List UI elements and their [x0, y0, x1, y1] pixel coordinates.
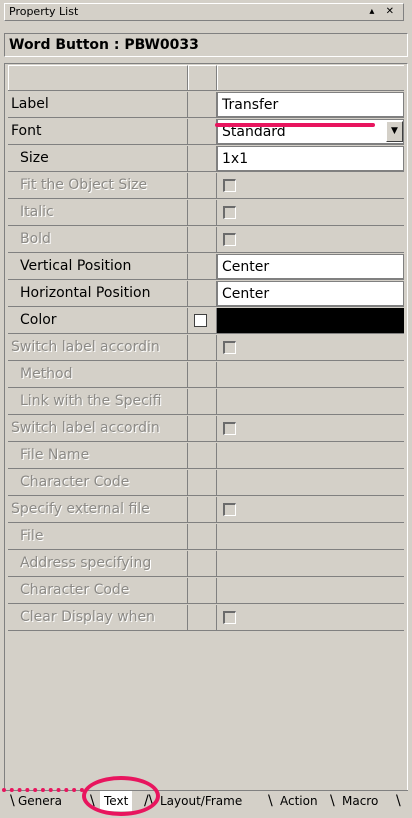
property-row-label[interactable]: Label Transfer	[8, 92, 404, 118]
property-label: Clear Display when	[8, 605, 188, 630]
checkbox	[223, 341, 236, 354]
property-row-method: Method	[8, 362, 404, 388]
property-row-bold: Bold	[8, 227, 404, 253]
property-row-horizontal-position[interactable]: Horizontal Position Center	[8, 281, 404, 307]
checkbox	[223, 611, 236, 624]
property-row-switch-label-2: Switch label accordin	[8, 416, 404, 442]
property-label: Fit the Object Size	[8, 173, 188, 198]
property-row-link-with: Link with the Specifi	[8, 389, 404, 415]
property-label: Method	[8, 362, 188, 387]
property-row-color[interactable]: Color	[8, 308, 404, 334]
property-row-character-code-2: Character Code	[8, 578, 404, 604]
property-value-size[interactable]: 1x1	[217, 146, 404, 171]
property-label: Italic	[8, 200, 188, 225]
property-value-vertical-position[interactable]: Center	[217, 254, 404, 279]
property-value-label[interactable]: Transfer	[217, 92, 404, 117]
property-label: Link with the Specifi	[8, 389, 188, 414]
property-row-size[interactable]: Size 1x1	[8, 146, 404, 172]
property-row-fit-object-size: Fit the Object Size	[8, 173, 404, 199]
grid-header-check	[188, 65, 217, 90]
checkbox	[223, 422, 236, 435]
property-row-specify-external-file: Specify external file	[8, 497, 404, 523]
property-row-switch-label-1: Switch label accordin	[8, 335, 404, 361]
property-label: Address specifying	[8, 551, 188, 576]
window-titlebar: Property List ▴ ✕	[4, 3, 404, 21]
grid-header-row	[8, 65, 404, 91]
property-row-character-code-1: Character Code	[8, 470, 404, 496]
checkbox	[223, 179, 236, 192]
property-label: Switch label accordin	[8, 416, 188, 441]
window-controls[interactable]: ▴ ✕	[369, 4, 398, 20]
property-label: Specify external file	[8, 497, 188, 522]
object-heading: Word Button : PBW0033	[4, 33, 408, 57]
annotation-underline	[215, 123, 375, 127]
annotation-circle	[82, 776, 160, 816]
property-row-file-name: File Name	[8, 443, 404, 469]
property-label: File	[8, 524, 188, 549]
property-label: Size	[8, 146, 188, 171]
property-label: Bold	[8, 227, 188, 252]
property-label: Character Code	[8, 470, 188, 495]
property-row-vertical-position[interactable]: Vertical Position Center	[8, 254, 404, 280]
property-row-italic: Italic	[8, 200, 404, 226]
chevron-down-icon[interactable]: ▼	[386, 121, 403, 142]
grid-header-name	[8, 65, 188, 90]
tab-general[interactable]: Genera	[14, 791, 66, 811]
property-label: Character Code	[8, 578, 188, 603]
tab-layout-frame[interactable]: Layout/Frame	[156, 791, 246, 811]
color-checkbox[interactable]	[194, 314, 207, 327]
property-label: Switch label accordin	[8, 335, 188, 360]
property-label: Vertical Position	[8, 254, 188, 279]
property-label: Font	[8, 119, 188, 144]
checkbox	[223, 503, 236, 516]
property-value-horizontal-position[interactable]: Center	[217, 281, 404, 306]
property-label: Color	[8, 308, 188, 333]
checkbox	[223, 206, 236, 219]
property-label: Horizontal Position	[8, 281, 188, 306]
property-row-address-specifying: Address specifying	[8, 551, 404, 577]
grid-header-value	[217, 65, 404, 90]
property-label: File Name	[8, 443, 188, 468]
tab-action[interactable]: Action	[276, 791, 322, 811]
property-label: Label	[8, 92, 188, 117]
property-row-clear-display: Clear Display when	[8, 605, 404, 631]
checkbox	[223, 233, 236, 246]
annotation-dotted-line	[2, 788, 84, 794]
tab-macro[interactable]: Macro	[338, 791, 382, 811]
property-row-file: File	[8, 524, 404, 550]
color-swatch[interactable]	[217, 308, 404, 333]
window-title: Property List	[9, 5, 79, 18]
